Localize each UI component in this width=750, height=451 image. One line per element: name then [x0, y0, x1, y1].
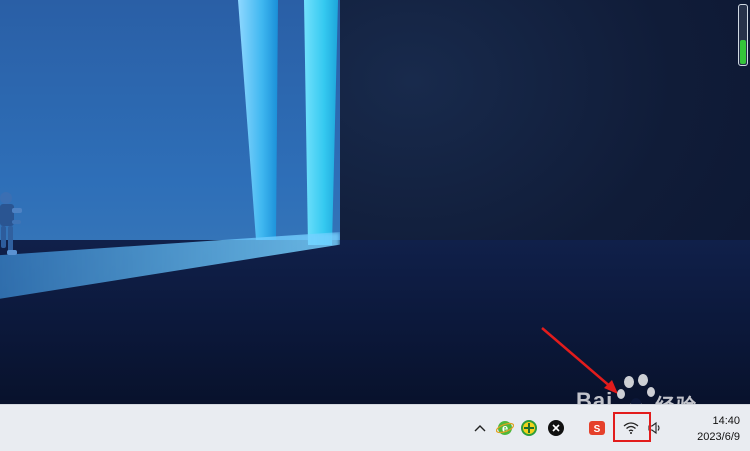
desktop-wallpaper: Bai 经验: [0, 0, 750, 404]
watermark-brand: Bai: [576, 388, 614, 404]
annotation-highlight-box: [613, 412, 651, 442]
browser-icon[interactable]: e: [496, 419, 514, 437]
watermark-brand-tail: 经验: [655, 390, 697, 404]
astronaut-figure: [0, 192, 22, 255]
battery-gauge: [738, 4, 748, 66]
clock-date: 2023/6/9: [697, 431, 740, 443]
clock-time: 14:40: [712, 415, 740, 427]
wps-icon[interactable]: S: [588, 419, 606, 437]
close-circle-icon[interactable]: [547, 419, 565, 437]
battery-gauge-fill: [740, 40, 746, 64]
desktop-screen: Bai 经验 e: [0, 0, 750, 451]
chevron-up-icon[interactable]: [471, 419, 489, 437]
green-plus-icon[interactable]: [520, 419, 538, 437]
svg-text:S: S: [594, 424, 601, 435]
taskbar-clock[interactable]: 14:40 2023/6/9: [676, 413, 740, 445]
